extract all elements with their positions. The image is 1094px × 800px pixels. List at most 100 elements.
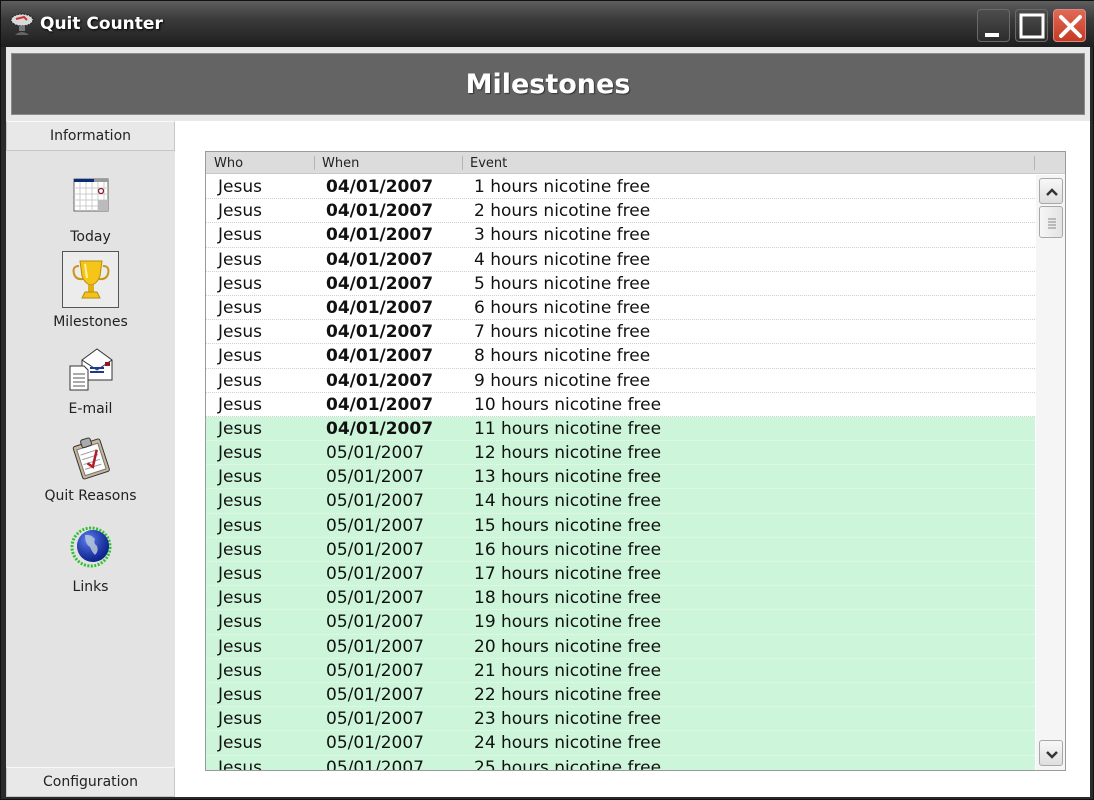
column-separator[interactable] [1034,156,1035,170]
cell-event: 1 hours nicotine free [474,177,651,197]
table-row[interactable]: Jesus 05/01/2007 16 hours nicotine free [206,537,1035,562]
cell-event: 20 hours nicotine free [474,636,662,657]
cell-when: 05/01/2007 [326,757,424,771]
table-row[interactable]: Jesus 05/01/2007 25 hours nicotine free [206,755,1035,771]
cell-event: 2 hours nicotine free [474,201,651,222]
minimize-button[interactable] [977,9,1010,42]
cell-when: 04/01/2007 [326,249,434,270]
sidebar: Information Today Milestones E-mail Quit… [6,121,175,797]
title-bar[interactable]: Quit Counter [1,1,1094,47]
vertical-scrollbar[interactable] [1036,175,1065,770]
cell-who: Jesus [218,370,262,391]
sidebar-item-e-mail[interactable]: E-mail [6,343,175,429]
table-row[interactable]: Jesus 04/01/2007 3 hours nicotine free [206,223,1035,248]
table-row[interactable]: Jesus 05/01/2007 17 hours nicotine free [206,562,1035,587]
list-rows: Jesus 04/01/2007 1 hours nicotine free Jesu… [206,175,1035,771]
close-button[interactable] [1053,9,1086,42]
table-row[interactable]: Jesus 05/01/2007 14 hours nicotine free [206,489,1035,514]
sidebar-item-links[interactable]: Links [6,521,175,607]
column-header-event[interactable]: Event [462,152,1034,174]
cell-who: Jesus [218,249,262,270]
table-row[interactable]: Jesus 04/01/2007 6 hours nicotine free [206,296,1035,321]
table-row[interactable]: Jesus 05/01/2007 21 hours nicotine free [206,658,1035,683]
header-band: Milestones [6,47,1090,121]
table-row[interactable]: Jesus 05/01/2007 15 hours nicotine free [206,513,1035,538]
scroll-thumb[interactable] [1039,206,1063,238]
chevron-up-icon [1046,188,1058,196]
minimize-icon [985,33,999,37]
grip-icon [1048,218,1056,229]
cell-when: 05/01/2007 [326,564,424,584]
column-header-when[interactable]: When [314,152,462,174]
table-row[interactable]: Jesus 04/01/2007 10 hours nicotine free [206,393,1035,417]
table-row[interactable]: Jesus 04/01/2007 2 hours nicotine free [206,199,1035,224]
cell-event: 25 hours nicotine free [474,757,662,771]
cell-who: Jesus [218,515,262,536]
table-row[interactable]: Jesus 04/01/2007 7 hours nicotine free [206,320,1035,345]
table-row[interactable]: Jesus 05/01/2007 20 hours nicotine free [206,634,1035,659]
close-icon [1059,15,1082,38]
table-row[interactable]: Jesus 05/01/2007 18 hours nicotine free [206,586,1035,611]
email-icon [65,343,117,395]
cell-who: Jesus [218,588,262,609]
sidebar-section-information[interactable]: Information [6,121,175,151]
client-area: Milestones Information Today Milestones … [6,47,1090,797]
cell-event: 9 hours nicotine free [474,370,651,391]
cell-who: Jesus [218,709,262,730]
cell-event: 8 hours nicotine free [474,346,651,367]
cell-who: Jesus [218,660,262,681]
table-row[interactable]: Jesus 04/01/2007 11 hours nicotine free [206,416,1035,442]
sidebar-item-label: Quit Reasons [44,488,137,504]
cell-when: 04/01/2007 [326,177,434,197]
column-header-who[interactable]: Who [206,152,314,174]
table-row[interactable]: Jesus 04/01/2007 8 hours nicotine free [206,344,1035,369]
table-row[interactable]: Jesus 05/01/2007 23 hours nicotine free [206,707,1035,732]
cell-event: 15 hours nicotine free [474,515,662,536]
maximize-button[interactable] [1015,9,1048,42]
cell-when: 05/01/2007 [326,709,424,730]
cell-who: Jesus [218,564,262,584]
app-icon [9,11,35,39]
cell-who: Jesus [218,491,262,512]
scroll-down-button[interactable] [1039,740,1063,766]
table-row[interactable]: Jesus 05/01/2007 19 hours nicotine free [206,610,1035,635]
cell-event: 23 hours nicotine free [474,709,662,730]
chevron-down-icon [1046,751,1058,759]
window-title: Quit Counter [40,14,163,34]
sidebar-item-label: Milestones [53,314,128,330]
clipboard-checklist-icon [65,431,117,483]
table-row[interactable]: Jesus 05/01/2007 22 hours nicotine free [206,682,1035,708]
table-row[interactable]: Jesus 05/01/2007 24 hours nicotine free [206,731,1035,756]
cell-when: 04/01/2007 [326,394,434,415]
cell-when: 04/01/2007 [326,225,434,246]
content-area: Who When Event Jesus 04/01/2007 1 hours ni… [175,121,1090,797]
table-row[interactable]: Jesus 05/01/2007 12 hours nicotine free [206,441,1035,466]
cell-when: 05/01/2007 [326,733,424,754]
cell-when: 05/01/2007 [326,588,424,609]
table-row[interactable]: Jesus 04/01/2007 1 hours nicotine free [206,175,1035,200]
cell-when: 04/01/2007 [326,273,434,294]
table-row[interactable]: Jesus 04/01/2007 4 hours nicotine free [206,248,1035,272]
cell-who: Jesus [218,225,262,246]
cell-who: Jesus [218,394,262,415]
sidebar-section-configuration[interactable]: Configuration [6,767,175,797]
sidebar-item-milestones[interactable]: Milestones [6,251,175,337]
sidebar-item-label: Today [70,229,111,245]
cell-event: 3 hours nicotine free [474,225,651,246]
sidebar-item-today[interactable]: Today [6,169,175,255]
cell-event: 14 hours nicotine free [474,491,662,512]
scroll-up-button[interactable] [1039,178,1063,204]
cell-when: 05/01/2007 [326,491,424,512]
cell-event: 19 hours nicotine free [474,612,662,633]
sidebar-item-quit-reasons[interactable]: Quit Reasons [6,431,175,517]
table-row[interactable]: Jesus 04/01/2007 5 hours nicotine free [206,272,1035,296]
table-row[interactable]: Jesus 05/01/2007 13 hours nicotine free [206,465,1035,490]
table-row[interactable]: Jesus 04/01/2007 9 hours nicotine free [206,369,1035,393]
milestones-list[interactable]: Who When Event Jesus 04/01/2007 1 hours ni… [205,151,1066,771]
cell-event: 16 hours nicotine free [474,539,662,560]
cell-who: Jesus [218,733,262,754]
cell-who: Jesus [218,684,262,705]
sidebar-item-label: E-mail [68,401,113,417]
cell-event: 17 hours nicotine free [474,564,662,584]
calendar-icon [65,169,117,221]
